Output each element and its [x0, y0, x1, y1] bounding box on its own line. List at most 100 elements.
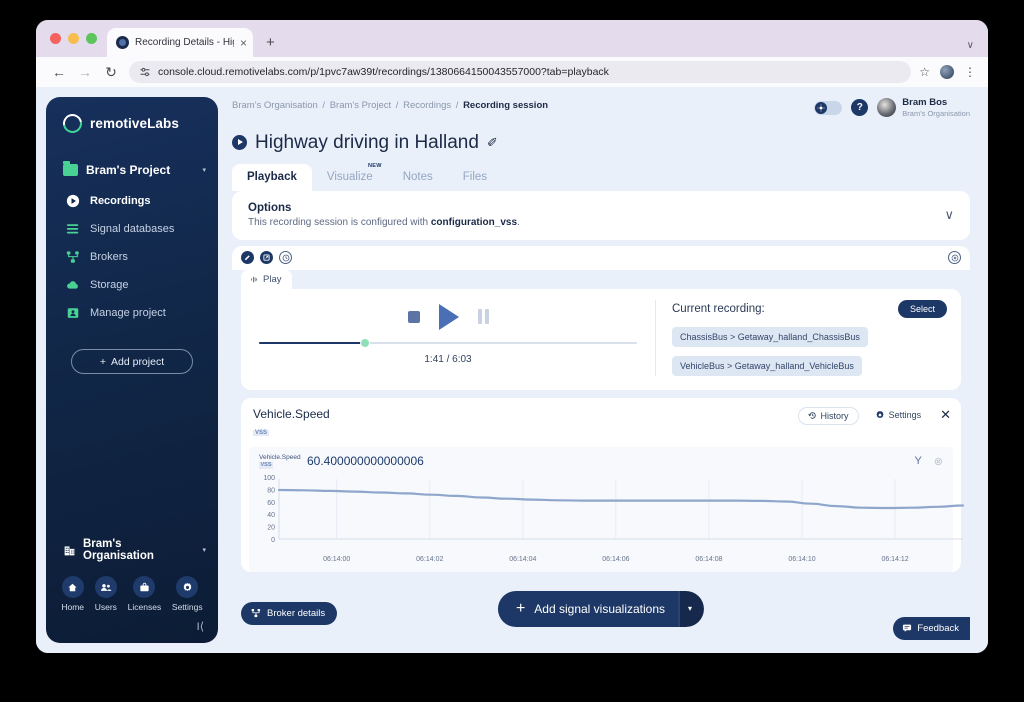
select-button[interactable]: Select [898, 300, 947, 318]
page-title-row: Highway driving in Halland ✐ [218, 118, 988, 154]
history-icon [808, 411, 817, 420]
avatar [877, 98, 896, 117]
brand-logo[interactable]: remotiveLabs [46, 97, 218, 133]
add-signal-visualizations-button[interactable]: + Add signal visualizations [498, 591, 679, 627]
recording-chip[interactable]: VehicleBus > Getaway_halland_VehicleBus [672, 356, 862, 376]
playback-scrubber[interactable] [259, 338, 637, 348]
collapse-sidebar-button[interactable]: I⟨ [46, 612, 218, 633]
toolbar-actions: ☆ ⋮ [919, 65, 978, 79]
close-panel-icon[interactable] [948, 251, 961, 264]
help-button[interactable]: ? [851, 99, 868, 116]
tab-visualize[interactable]: NEW Visualize [312, 164, 388, 191]
new-tab-button[interactable]: + [266, 34, 275, 51]
reload-button[interactable]: ↻ [98, 59, 124, 85]
chart-header: Vehicle.Speed VSS History [241, 407, 961, 439]
tab-content: Options This recording session is config… [218, 191, 988, 653]
external-link-icon[interactable] [260, 251, 273, 264]
address-bar[interactable]: console.cloud.remotivelabs.com/p/1pvc7aw… [129, 61, 911, 83]
chart-svg: 020406080100 [257, 473, 967, 553]
add-signal-label: Add signal visualizations [534, 602, 665, 616]
browser-menu-icon[interactable]: ⋮ [964, 70, 976, 75]
add-project-button[interactable]: + Add project [71, 349, 193, 374]
project-selector[interactable]: Bram's Project ▾ [46, 133, 218, 177]
project-name: Bram's Project [86, 163, 194, 177]
clock-icon[interactable] [279, 251, 292, 264]
stop-button[interactable] [408, 311, 420, 323]
org-tool-licenses[interactable]: Licenses [128, 576, 162, 612]
chevron-down-icon[interactable]: ∨ [967, 40, 974, 51]
page-tabs: Playback NEW Visualize Notes Files [218, 154, 988, 191]
breadcrumb: Bram's Organisation / Bram's Project / R… [232, 98, 814, 111]
theme-toggle[interactable] [814, 101, 842, 115]
sidebar-item-signal-databases[interactable]: Signal databases [46, 215, 218, 243]
svg-text:80: 80 [267, 487, 275, 494]
brokers-icon [65, 250, 80, 265]
axis-settings-icon[interactable]: Υ [914, 455, 921, 467]
sidebar-item-brokers[interactable]: Brokers [46, 243, 218, 271]
user-menu[interactable]: Bram Bos Bram's Organisation [877, 98, 970, 118]
folder-icon [63, 164, 78, 176]
pen-icon[interactable] [241, 251, 254, 264]
breadcrumb-separator: / [320, 100, 327, 111]
transport-buttons [408, 300, 489, 334]
broker-details-button[interactable]: Broker details [241, 602, 337, 625]
edit-title-icon[interactable]: ✐ [487, 135, 498, 151]
plus-icon: + [516, 601, 525, 617]
tab-playback[interactable]: Playback [232, 164, 312, 191]
waveform-icon [250, 275, 259, 284]
profile-avatar-icon[interactable] [940, 65, 954, 79]
chevron-down-icon[interactable]: ▾ [202, 546, 206, 554]
current-recording-section: Current recording: Select ChassisBus > G… [655, 300, 961, 376]
add-project-label: Add project [111, 356, 164, 368]
forward-button[interactable]: → [72, 59, 98, 85]
manage-project-icon [65, 306, 80, 321]
sidebar-item-recordings[interactable]: Recordings [46, 187, 218, 215]
breadcrumb-current: Recording session [463, 100, 548, 111]
add-signal-dropdown-button[interactable]: ▾ [679, 591, 704, 627]
chevron-down-icon[interactable]: ▾ [202, 166, 206, 174]
org-tool-settings[interactable]: Settings [172, 576, 203, 612]
close-window-button[interactable] [50, 33, 61, 44]
tab-notes[interactable]: Notes [388, 164, 448, 191]
organisation-selector[interactable]: Bram's Organisation ▾ [46, 538, 218, 562]
org-tool-home[interactable]: Home [61, 576, 84, 612]
chart-current-value: 60.400000000000006 [307, 454, 902, 468]
play-tab-label: Play [263, 274, 281, 285]
playback-section: Play [232, 270, 970, 390]
maximize-window-button[interactable] [86, 33, 97, 44]
pause-button[interactable] [478, 309, 489, 324]
play-tab[interactable]: Play [241, 270, 292, 289]
bookmark-star-icon[interactable]: ☆ [919, 65, 930, 79]
back-button[interactable]: ← [46, 59, 72, 85]
org-tool-users[interactable]: Users [95, 576, 117, 612]
feedback-label: Feedback [917, 623, 959, 634]
chart-signal-label: Vehicle.Speed VSS [259, 454, 303, 469]
chevron-down-icon[interactable]: ∨ [944, 207, 954, 223]
breadcrumb-item[interactable]: Recordings [403, 100, 451, 111]
close-icon[interactable]: × [240, 37, 247, 49]
chart-signal-name: Vehicle.Speed [259, 454, 301, 461]
feedback-button[interactable]: Feedback [893, 617, 970, 640]
breadcrumb-item[interactable]: Bram's Organisation [232, 100, 318, 111]
close-chart-icon[interactable]: ✕ [940, 407, 951, 423]
remove-signal-icon[interactable]: ⊗ [934, 455, 943, 468]
sidebar-item-storage[interactable]: Storage [46, 271, 218, 299]
breadcrumb-item[interactable]: Bram's Project [330, 100, 391, 111]
org-tools: Home Users [46, 562, 218, 612]
history-button[interactable]: History [798, 407, 859, 425]
sidebar-item-manage-project[interactable]: Manage project [46, 299, 218, 327]
browser-window: Recording Details - Highway × + ∨ ← → ↻ … [36, 20, 988, 653]
organisation-name: Bram's Organisation [83, 538, 195, 562]
scrubber-handle[interactable] [360, 338, 370, 348]
tab-files[interactable]: Files [448, 164, 502, 191]
settings-button[interactable]: Settings [866, 407, 931, 423]
url-text: console.cloud.remotivelabs.com/p/1pvc7aw… [158, 66, 609, 78]
browser-tab[interactable]: Recording Details - Highway × [107, 28, 253, 57]
play-button[interactable] [439, 304, 459, 330]
window-controls [46, 20, 107, 57]
signal-databases-icon [65, 222, 80, 237]
recording-chip[interactable]: ChassisBus > Getaway_halland_ChassisBus [672, 327, 868, 347]
minimize-window-button[interactable] [68, 33, 79, 44]
chart-namespace-tag: VSS [253, 430, 269, 436]
site-settings-icon[interactable] [139, 66, 151, 78]
